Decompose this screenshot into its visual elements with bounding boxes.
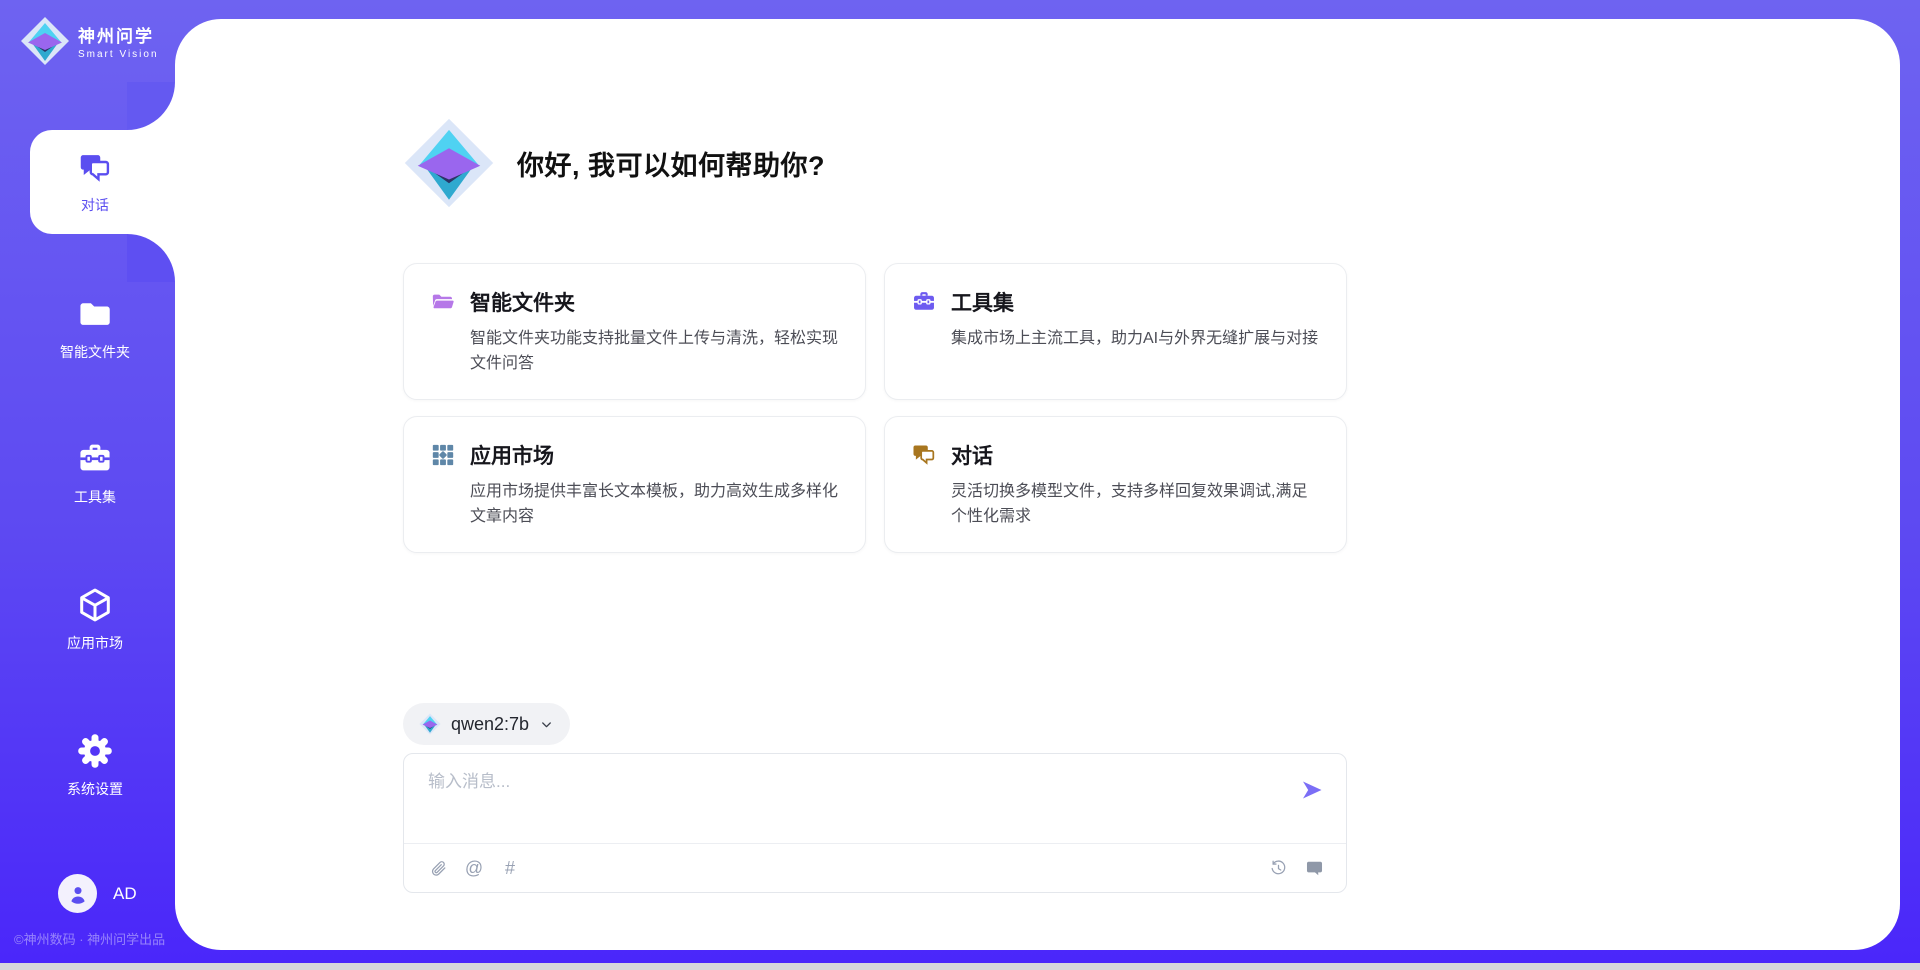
message-composer: @ # [403, 753, 1347, 893]
sidebar-item-toolset[interactable]: 工具集 [15, 440, 175, 507]
window-edge [0, 963, 1920, 970]
greeting-text: 你好, 我可以如何帮助你? [517, 144, 825, 183]
model-gem-icon [419, 713, 441, 735]
tab-curve-top [127, 82, 175, 130]
sidebar-item-label: 应用市场 [15, 633, 175, 653]
sidebar-item-app-market[interactable]: 应用市场 [15, 586, 175, 653]
paperclip-icon [429, 859, 448, 878]
attach-file-button[interactable] [428, 858, 448, 878]
sidebar-item-label: 智能文件夹 [15, 342, 175, 362]
composer-toolbar: @ # [428, 844, 1324, 892]
sidebar-item-settings[interactable]: 系统设置 [15, 732, 175, 799]
chat-icon [911, 442, 937, 468]
card-description: 应用市场提供丰富长文本模板，助力高效生成多样化文章内容 [470, 480, 839, 530]
sidebar-item-label: 系统设置 [15, 779, 175, 799]
user-name: AD [113, 884, 137, 904]
folder-open-icon [430, 289, 456, 315]
brand-subtitle: Smart Vision [78, 49, 159, 60]
brand-name: 神州问学 [78, 22, 159, 47]
greeting-gem-icon [403, 117, 495, 209]
card-description: 灵活切换多模型文件，支持多样回复效果调试,满足个性化需求 [951, 480, 1320, 530]
user-account[interactable]: AD [58, 874, 137, 913]
send-icon[interactable] [1300, 778, 1324, 802]
card-chat[interactable]: 对话 灵活切换多模型文件，支持多样回复效果调试,满足个性化需求 [884, 416, 1347, 553]
card-description: 智能文件夹功能支持批量文件上传与清洗，轻松实现文件问答 [470, 327, 839, 377]
card-title: 工具集 [951, 287, 1014, 317]
feature-cards: 智能文件夹 智能文件夹功能支持批量文件上传与清洗，轻松实现文件问答 工具集 集成… [403, 263, 1347, 553]
mention-button[interactable]: @ [464, 858, 484, 878]
person-icon [66, 882, 90, 906]
sidebar-item-smart-folder[interactable]: 智能文件夹 [15, 295, 175, 362]
model-name: qwen2:7b [451, 714, 529, 735]
topic-button[interactable]: # [500, 858, 520, 878]
model-selector[interactable]: qwen2:7b [403, 703, 570, 745]
message-input[interactable] [428, 772, 1276, 792]
new-conversation-button[interactable] [1304, 858, 1324, 878]
sidebar-item-chat[interactable]: 对话 [15, 150, 175, 215]
cube-icon [76, 586, 114, 624]
card-title: 对话 [951, 440, 993, 470]
blocks-icon [430, 442, 456, 468]
card-description: 集成市场上主流工具，助力AI与外界无缝扩展与对接 [951, 327, 1320, 352]
brand-logo[interactable]: 神州问学 Smart Vision [20, 16, 159, 66]
brand-gem-icon [20, 16, 70, 66]
tab-curve-bottom [127, 234, 175, 282]
card-app-market[interactable]: 应用市场 应用市场提供丰富长文本模板，助力高效生成多样化文章内容 [403, 416, 866, 553]
at-icon: @ [465, 858, 483, 879]
history-button[interactable] [1268, 858, 1288, 878]
sidebar-item-label: 对话 [15, 195, 175, 215]
chat-icon [77, 150, 113, 186]
copyright-text: ©神州数码 · 神州问学出品 [14, 929, 165, 948]
card-title: 智能文件夹 [470, 287, 575, 317]
sidebar-item-label: 工具集 [15, 487, 175, 507]
gear-icon [76, 732, 114, 770]
main-content: 你好, 我可以如何帮助你? 智能文件夹 智能文件夹功能支持批量文件上传与清洗，轻… [403, 0, 1347, 970]
comment-icon [1305, 859, 1324, 878]
card-smart-folder[interactable]: 智能文件夹 智能文件夹功能支持批量文件上传与清洗，轻松实现文件问答 [403, 263, 866, 400]
briefcase-icon [76, 440, 114, 478]
greeting-block: 你好, 我可以如何帮助你? [403, 117, 825, 209]
card-toolset[interactable]: 工具集 集成市场上主流工具，助力AI与外界无缝扩展与对接 [884, 263, 1347, 400]
hash-icon: # [505, 858, 515, 879]
avatar [58, 874, 97, 913]
card-title: 应用市场 [470, 440, 554, 470]
toolbox-icon [911, 289, 937, 315]
folder-icon [76, 295, 114, 333]
chevron-down-icon [539, 717, 554, 732]
history-icon [1269, 859, 1288, 878]
sidebar: 神州问学 Smart Vision 对话 智能文件夹 工具集 [0, 0, 175, 970]
